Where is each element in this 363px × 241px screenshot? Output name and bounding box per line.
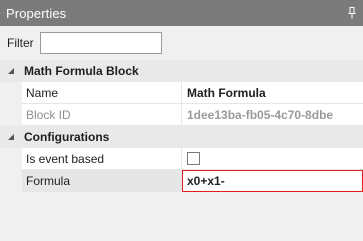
row-gutter: [0, 170, 22, 192]
row-gutter: [0, 148, 22, 170]
formula-editor[interactable]: [182, 170, 363, 192]
properties-panel: Properties Filter Math Formula Block Nam…: [0, 0, 363, 241]
property-row-is-event-based[interactable]: Is event based: [0, 148, 363, 170]
property-row-formula[interactable]: Formula: [0, 170, 363, 192]
panel-title: Properties: [6, 5, 67, 21]
category-configurations[interactable]: Configurations: [0, 126, 363, 148]
property-name: Is event based: [22, 148, 182, 170]
filter-bar: Filter: [0, 26, 363, 60]
property-row-block-id[interactable]: Block ID 1dee13ba-fb05-4c70-8dbe: [0, 104, 363, 126]
category-label: Math Formula Block: [24, 64, 139, 78]
property-value: [182, 148, 363, 170]
collapse-triangle-icon[interactable]: [0, 67, 22, 75]
property-value[interactable]: Math Formula: [182, 82, 363, 104]
category-label: Configurations: [24, 130, 110, 144]
property-name: Block ID: [22, 104, 182, 126]
property-row-name[interactable]: Name Math Formula: [0, 82, 363, 104]
filter-input[interactable]: [39, 32, 162, 54]
is-event-based-checkbox[interactable]: [187, 152, 200, 165]
row-gutter: [0, 82, 22, 104]
property-value: 1dee13ba-fb05-4c70-8dbe: [182, 104, 363, 126]
pin-icon[interactable]: [347, 6, 357, 20]
property-name: Name: [22, 82, 182, 104]
category-math-formula-block[interactable]: Math Formula Block: [0, 60, 363, 82]
property-grid: Math Formula Block Name Math Formula Blo…: [0, 60, 363, 192]
filter-label: Filter: [7, 36, 34, 50]
row-gutter: [0, 104, 22, 126]
panel-titlebar[interactable]: Properties: [0, 0, 363, 26]
property-name: Formula: [22, 170, 182, 192]
formula-input[interactable]: [187, 174, 362, 188]
collapse-triangle-icon[interactable]: [0, 133, 22, 141]
